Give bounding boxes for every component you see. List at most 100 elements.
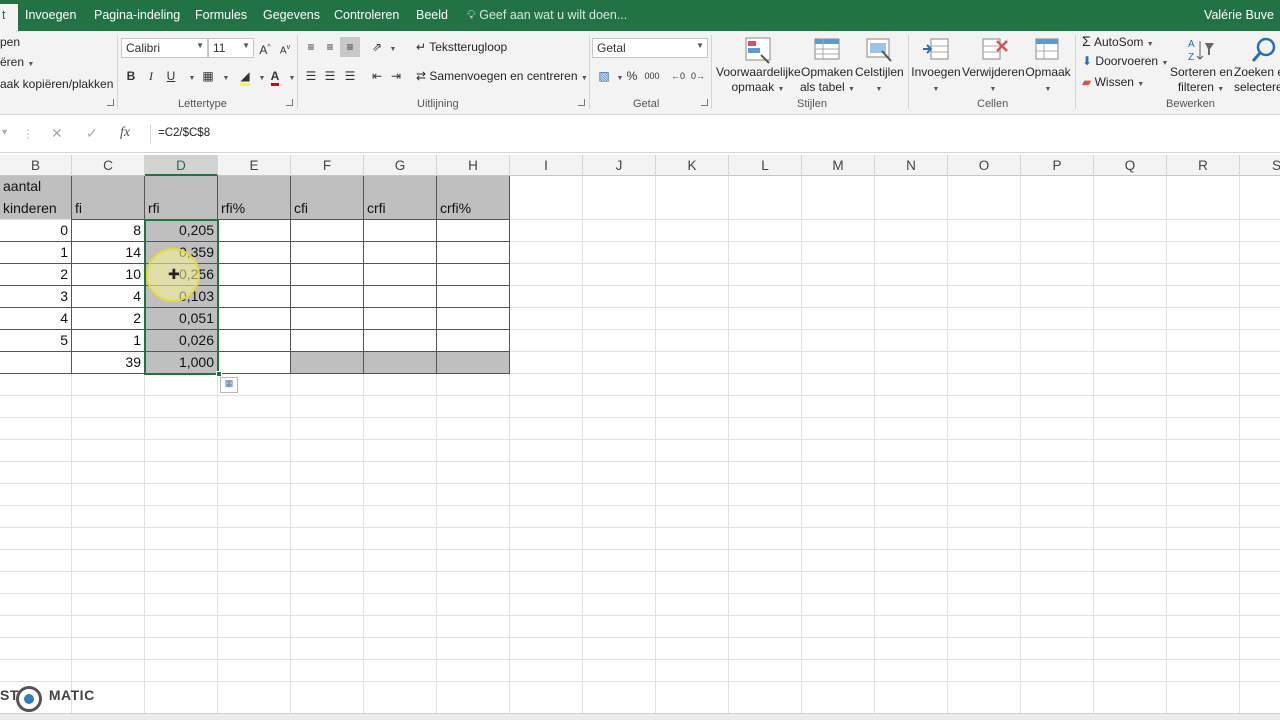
clipboard-launcher-icon[interactable] <box>107 99 114 106</box>
header-kinderen[interactable]: kinderen <box>0 200 60 216</box>
column-header-m[interactable]: M <box>802 155 875 176</box>
column-header-c[interactable]: C <box>72 155 145 176</box>
grow-font-button[interactable]: A^ <box>255 38 275 58</box>
column-header-i[interactable]: I <box>510 155 583 176</box>
cell-d[interactable]: 0,205 <box>145 222 217 238</box>
cell-b[interactable]: 1 <box>0 244 71 260</box>
header-rfi[interactable]: rfi <box>145 200 163 216</box>
total-rfi[interactable]: 1,000 <box>145 354 217 370</box>
borders-icon[interactable]: ▦ <box>198 66 218 86</box>
cell-b[interactable]: 0 <box>0 222 71 238</box>
tab-invoegen[interactable]: Invoegen <box>25 8 76 22</box>
header-fi[interactable]: fi <box>72 200 85 216</box>
user-name[interactable]: Valérie Buve <box>1204 8 1274 22</box>
underline-button[interactable]: U <box>161 66 181 86</box>
find-select-button[interactable]: Zoeken en selectere <box>1234 65 1280 95</box>
insert-function-icon[interactable]: fx <box>120 125 130 141</box>
align-bottom-icon[interactable]: ≡ <box>340 37 360 57</box>
tell-me-search[interactable]: 💡︎ Geef aan wat u wilt doen... <box>467 8 627 23</box>
column-header-n[interactable]: N <box>875 155 948 176</box>
format-cells-button[interactable]: Opmaak ▼ <box>1024 65 1072 97</box>
column-header-l[interactable]: L <box>729 155 802 176</box>
header-crfi-pct[interactable]: crfi% <box>437 200 474 216</box>
total-fi[interactable]: 39 <box>72 354 144 370</box>
column-header-p[interactable]: P <box>1021 155 1094 176</box>
cell-b[interactable]: 3 <box>0 288 71 304</box>
chevron-down-icon[interactable]: ▼ <box>282 66 302 86</box>
formula-input[interactable] <box>150 124 1280 144</box>
decrease-indent-icon[interactable]: ⇤ <box>367 66 387 86</box>
header-rfi-pct[interactable]: rfi% <box>218 200 248 216</box>
name-box-dropdown-icon[interactable]: ▾ <box>2 127 7 138</box>
shrink-font-button[interactable]: Av <box>275 38 295 58</box>
align-right-icon[interactable]: ☰ <box>340 66 360 86</box>
tab-beeld[interactable]: Beeld <box>416 8 448 22</box>
decrease-decimal-icon[interactable]: 0→ <box>688 66 708 86</box>
cut-button[interactable]: ëren ▼ <box>0 55 34 69</box>
alignment-launcher-icon[interactable] <box>578 99 585 106</box>
number-format-combo[interactable]: Getal ▼ <box>592 38 708 58</box>
header-crfi[interactable]: crfi <box>364 200 389 216</box>
italic-button[interactable]: I <box>141 66 161 86</box>
clear-button[interactable]: ▰ Wissen ▼ <box>1082 75 1144 89</box>
cell-d[interactable]: 0,026 <box>145 332 217 348</box>
format-painter-button[interactable]: aak kopiëren/plakken <box>0 77 113 91</box>
autosum-button[interactable]: Σ AutoSom ▼ <box>1082 33 1154 49</box>
column-header-k[interactable]: K <box>656 155 729 176</box>
tab-formules[interactable]: Formules <box>195 8 247 22</box>
thousands-button[interactable]: 000 <box>642 66 662 86</box>
tab-gegevens[interactable]: Gegevens <box>263 8 320 22</box>
fill-button[interactable]: ⬇ Doorvoeren ▼ <box>1082 54 1168 68</box>
quick-analysis-icon[interactable]: ▦ <box>220 377 238 393</box>
increase-decimal-icon[interactable]: ←0 <box>668 66 688 86</box>
column-header-b[interactable]: B <box>0 155 72 176</box>
cell-b[interactable]: 5 <box>0 332 71 348</box>
align-center-icon[interactable]: ☰ <box>320 66 340 86</box>
cell-b[interactable]: 2 <box>0 266 71 282</box>
cell-c[interactable]: 10 <box>72 266 144 282</box>
font-name-combo[interactable]: Calibri ▼ <box>121 38 208 58</box>
column-header-g[interactable]: G <box>364 155 437 176</box>
header-cfi[interactable]: cfi <box>291 200 311 216</box>
chevron-down-icon[interactable]: ▼ <box>383 37 403 57</box>
cell-d[interactable]: 0,051 <box>145 310 217 326</box>
column-header-d[interactable]: D <box>145 155 218 176</box>
tab-pagina-indeling[interactable]: Pagina-indeling <box>94 8 180 22</box>
bold-button[interactable]: B <box>121 66 141 86</box>
insert-cells-button[interactable]: Invoegen ▼ <box>910 65 962 97</box>
chevron-down-icon[interactable]: ▼ <box>216 66 236 86</box>
paste-button[interactable]: pen <box>0 35 20 49</box>
cell-c[interactable]: 8 <box>72 222 144 238</box>
format-as-table-button[interactable]: Opmaken als tabel ▼ <box>800 65 855 97</box>
cell-c[interactable]: 14 <box>72 244 144 260</box>
sort-filter-button[interactable]: Sorteren en filteren ▼ <box>1170 65 1233 97</box>
align-left-icon[interactable]: ☰ <box>301 66 321 86</box>
column-header-q[interactable]: Q <box>1094 155 1167 176</box>
cell-c[interactable]: 4 <box>72 288 144 304</box>
column-header-o[interactable]: O <box>948 155 1021 176</box>
align-middle-icon[interactable]: ≡ <box>320 37 340 57</box>
cell-c[interactable]: 1 <box>72 332 144 348</box>
delete-cells-button[interactable]: Verwijderen ▼ <box>962 65 1025 97</box>
font-size-combo[interactable]: 11 ▼ <box>208 38 254 58</box>
column-header-s[interactable]: S <box>1240 155 1280 176</box>
cell-b[interactable]: 4 <box>0 310 71 326</box>
header-aantal[interactable]: aantal <box>0 178 44 194</box>
conditional-formatting-button[interactable]: Voorwaardelijke opmaak ▼ <box>716 65 801 97</box>
column-header-f[interactable]: F <box>291 155 364 176</box>
column-header-h[interactable]: H <box>437 155 510 176</box>
align-top-icon[interactable]: ≡ <box>301 37 321 57</box>
column-header-j[interactable]: J <box>583 155 656 176</box>
cancel-icon[interactable]: ✕ <box>51 125 63 142</box>
percent-button[interactable]: % <box>622 66 642 86</box>
tab-controleren[interactable]: Controleren <box>334 8 399 22</box>
column-header-e[interactable]: E <box>218 155 291 176</box>
font-launcher-icon[interactable] <box>286 99 293 106</box>
cell-styles-button[interactable]: Celstijlen ▼ <box>855 65 904 97</box>
merge-center-button[interactable]: ⇄ Samenvoegen en centreren ▼ <box>416 69 588 83</box>
tab-start[interactable]: t <box>0 4 18 31</box>
column-header-r[interactable]: R <box>1167 155 1240 176</box>
enter-icon[interactable]: ✓ <box>86 125 98 142</box>
wrap-text-button[interactable]: ↵ Tekstterugloop <box>416 40 507 54</box>
number-launcher-icon[interactable] <box>701 99 708 106</box>
